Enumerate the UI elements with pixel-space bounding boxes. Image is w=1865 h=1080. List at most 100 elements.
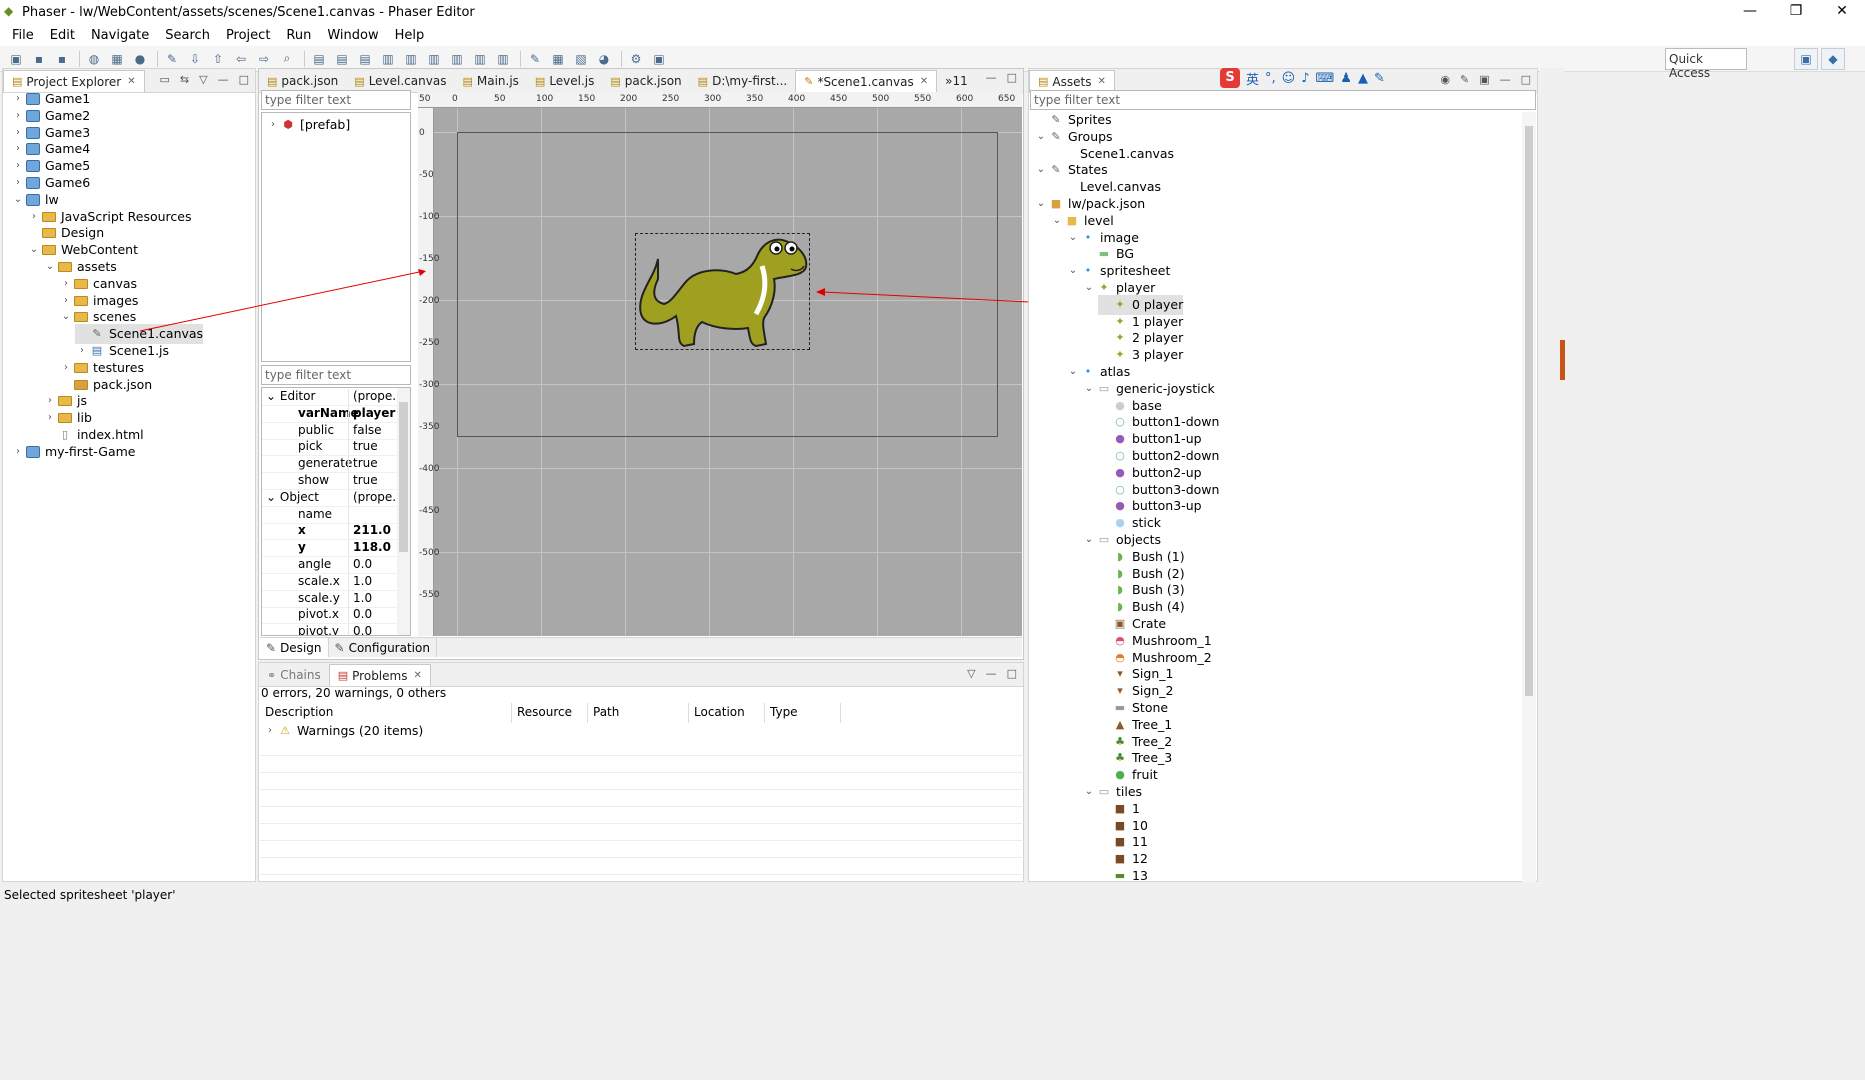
column-description[interactable]: Description <box>261 703 512 723</box>
sign-icon: ▾ <box>1117 667 1123 681</box>
folder-icon: ■ <box>1066 213 1078 227</box>
problems-tabbar: ⚭ Chains ▤ Problems ✕ <box>259 663 1023 687</box>
emoji-icon[interactable]: ☺ <box>1282 71 1296 86</box>
asset-item-label: 3 player <box>1132 347 1184 363</box>
table-row[interactable]: › ⚠ Warnings (20 items) <box>263 721 423 741</box>
column-location[interactable]: Location <box>690 703 765 723</box>
close-icon[interactable]: ✕ <box>413 670 421 681</box>
tab-design-label: Design <box>280 640 322 655</box>
sogou-icon[interactable]: S <box>1220 68 1240 88</box>
tab-problems[interactable]: ▤ Problems ✕ <box>328 664 431 686</box>
atlas-icon: ▭ <box>1098 381 1110 395</box>
punctuation-icon[interactable]: °, <box>1265 71 1276 86</box>
atlas-icon: ▭ <box>1098 533 1110 546</box>
column-path[interactable]: Path <box>589 703 689 723</box>
mic-icon[interactable]: ♪ <box>1301 71 1309 86</box>
bush-icon: ◗ <box>1117 566 1123 580</box>
table-row <box>260 858 1022 875</box>
column-type[interactable]: Type <box>766 703 841 723</box>
asset-item[interactable]: ▬ 13 <box>1098 866 1148 886</box>
view-menu-icon[interactable]: ▽ <box>967 667 975 680</box>
trim-marker <box>1560 340 1565 380</box>
edit-icon[interactable]: ✎ <box>1460 73 1469 86</box>
tab-assets[interactable]: ▤ Assets ✕ <box>1029 70 1115 92</box>
mushroom-icon: ◓ <box>1115 633 1125 647</box>
status-message: Selected spritesheet 'player' <box>4 888 176 902</box>
editor-mode-tabs: ✎ Design ✎ Configuration <box>260 637 1022 657</box>
assets-filter-input[interactable]: type filter text <box>1030 90 1536 110</box>
ime-english-toggle[interactable]: 英 <box>1246 69 1259 88</box>
tab-configuration[interactable]: ✎ Configuration <box>329 638 437 657</box>
circle-icon: ● <box>1115 398 1125 412</box>
asset-item-label: 13 <box>1132 868 1148 883</box>
table-row <box>260 773 1022 790</box>
tab-chains[interactable]: ⚭ Chains <box>259 664 329 686</box>
atlas-icon: ▭ <box>1098 785 1110 798</box>
tab-configuration-label: Configuration <box>348 640 430 655</box>
problems-summary: 0 errors, 20 warnings, 0 others <box>261 686 447 700</box>
tree-icon: ♣ <box>1115 751 1125 765</box>
keyboard-icon[interactable]: ⌨ <box>1316 71 1335 86</box>
table-row <box>260 841 1022 858</box>
chevron-down-icon[interactable]: ⌄ <box>1082 379 1096 399</box>
table-row <box>260 790 1022 807</box>
sign-icon: ▾ <box>1117 684 1123 698</box>
right-trim <box>1540 68 1565 882</box>
assets-scrollbar[interactable] <box>1522 112 1536 882</box>
chevron-down-icon[interactable]: ⌄ <box>1050 211 1064 231</box>
close-icon[interactable]: ✕ <box>1097 76 1105 87</box>
tree-icon: ♣ <box>1115 734 1125 748</box>
table-row <box>260 756 1022 773</box>
chains-icon: ⚭ <box>267 668 277 682</box>
chevron-down-icon[interactable]: ⌄ <box>1066 228 1080 248</box>
button-icon: ● <box>1115 499 1125 513</box>
chevron-down-icon[interactable]: ⌄ <box>1034 160 1048 180</box>
assets-icon: ▤ <box>1038 75 1049 88</box>
chevron-down-icon[interactable]: ⌄ <box>1082 782 1096 802</box>
image-icon: ▬ <box>1098 247 1110 261</box>
player-sprite-icon: ✦ <box>1099 281 1109 294</box>
warnings-label: Warnings (20 items) <box>297 723 424 738</box>
chevron-down-icon[interactable]: ⌄ <box>1082 278 1096 298</box>
tile-icon: ■ <box>1114 818 1126 832</box>
tree-icon: ▲ <box>1115 717 1125 731</box>
button-icon: ● <box>1115 432 1125 446</box>
chevron-down-icon[interactable]: ⌄ <box>1034 194 1048 214</box>
chevron-down-icon[interactable]: ⌄ <box>1066 362 1080 382</box>
chevron-down-icon[interactable]: ⌄ <box>1034 127 1048 147</box>
section-dot-icon: • <box>1084 230 1092 244</box>
wrench-icon: ✎ <box>334 640 345 655</box>
assets-view-controls: ◉ ✎ ▣ — □ <box>1430 73 1531 86</box>
tab-design[interactable]: ✎ Design <box>260 638 329 657</box>
crate-icon: ▣ <box>1114 617 1126 630</box>
bush-icon: ◗ <box>1117 600 1123 614</box>
table-row <box>260 824 1022 841</box>
minimize-view-icon[interactable]: — <box>986 667 997 680</box>
problems-icon: ▤ <box>337 669 349 682</box>
tools-icon[interactable]: ✎ <box>1374 71 1385 86</box>
minimize-view-icon[interactable]: — <box>1500 73 1511 86</box>
player-sprite-icon: ✦ <box>1115 348 1125 362</box>
table-row <box>260 807 1022 824</box>
canvas-file-icon: ✎ <box>1051 163 1061 177</box>
canvas-file-icon: ✎ <box>1051 113 1061 126</box>
chevron-down-icon[interactable]: ⌄ <box>1066 261 1080 281</box>
column-resource[interactable]: Resource <box>513 703 588 723</box>
player-sprite-icon: ✦ <box>1115 331 1125 345</box>
chevron-down-icon[interactable]: ⌄ <box>1082 530 1096 550</box>
pack-icon[interactable]: ▣ <box>1479 73 1489 86</box>
tab-problems-label: Problems <box>352 668 408 683</box>
table-row <box>260 739 1022 756</box>
stick-icon: ● <box>1115 516 1125 530</box>
pack-icon: ■ <box>1050 197 1062 210</box>
expand-arrow-icon[interactable]: › <box>263 721 277 741</box>
scroll-thumb[interactable] <box>1525 126 1533 696</box>
skin-icon[interactable]: ▲ <box>1358 71 1368 86</box>
user-icon[interactable]: ♟ <box>1340 71 1352 86</box>
eye-icon[interactable]: ◉ <box>1440 73 1450 86</box>
maximize-view-icon[interactable]: □ <box>1521 73 1531 86</box>
ring-icon: ○ <box>1115 449 1125 462</box>
warning-icon: ⚠ <box>280 724 290 737</box>
tab-chains-label: Chains <box>280 668 321 682</box>
maximize-view-icon[interactable]: □ <box>1007 667 1017 680</box>
